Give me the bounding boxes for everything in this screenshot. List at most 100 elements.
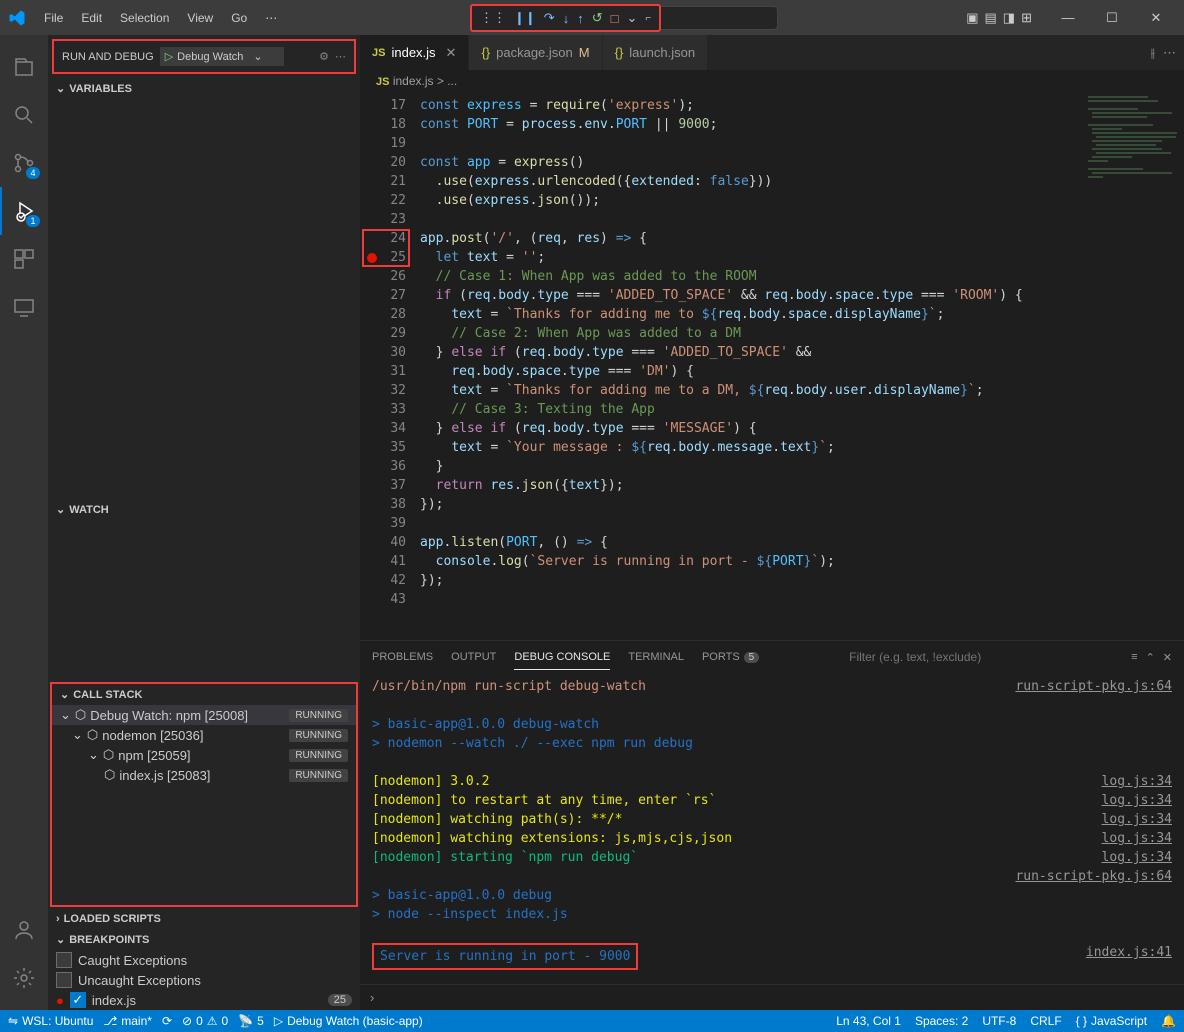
status-debug[interactable]: ▷Debug Watch (basic-app) [274, 1014, 423, 1028]
debug-restart-icon[interactable]: ↺ [592, 10, 603, 26]
activity-scm-icon[interactable]: 4 [0, 139, 48, 187]
panel-tab-output[interactable]: OUTPUT [451, 645, 496, 669]
section-breakpoints[interactable]: ⌄Breakpoints [48, 929, 360, 950]
code-content[interactable]: const express = require('express');const… [420, 92, 1023, 640]
status-language[interactable]: { } JavaScript [1076, 1014, 1147, 1028]
section-loaded-scripts[interactable]: ›Loaded Scripts [48, 909, 360, 929]
debug-step-out-icon[interactable]: ↑ [577, 11, 584, 26]
running-badge: Running [289, 769, 348, 782]
bp-file-entry[interactable]: ●✓index.js25 [48, 990, 360, 1010]
breakpoint-dot-icon[interactable] [367, 253, 377, 263]
section-watch[interactable]: ⌄Watch [48, 499, 360, 520]
callstack-row[interactable]: ⌄ ⬡ Debug Watch: npm [25008] Running [52, 705, 356, 725]
bp-caught-exceptions[interactable]: Caught Exceptions [48, 950, 360, 970]
ellipsis-icon[interactable]: ⋯ [335, 50, 346, 63]
bp-uncaught-exceptions[interactable]: Uncaught Exceptions [48, 970, 360, 990]
watch-label: Watch [69, 504, 109, 516]
status-ports[interactable]: 📡5 [238, 1014, 264, 1028]
status-remote[interactable]: ⇋WSL: Ubuntu [8, 1014, 93, 1028]
debug-console-output[interactable]: /usr/bin/npm run-script debug-watchrun-s… [360, 673, 1184, 984]
debug-config-dropdown[interactable]: ▷ Debug Watch ⌄ [160, 47, 284, 66]
window-close-icon[interactable]: ✕ [1136, 3, 1176, 33]
layout-panel-left-icon[interactable]: ▣ [966, 10, 978, 26]
status-problems[interactable]: ⊘0 ⚠0 [182, 1014, 228, 1028]
debug-step-into-icon[interactable]: ↓ [563, 11, 570, 26]
status-branch[interactable]: ⎇main* [103, 1014, 152, 1028]
activity-explorer-icon[interactable] [0, 43, 48, 91]
activity-remote-icon[interactable] [0, 283, 48, 331]
activity-extensions-icon[interactable] [0, 235, 48, 283]
compare-icon[interactable]: ⫲ [1151, 45, 1155, 61]
warning-count: 0 [222, 1014, 229, 1028]
callstack-label: npm [25059] [118, 748, 190, 763]
tab-label: package.json [496, 45, 573, 60]
panel-tab-terminal[interactable]: TERMINAL [628, 645, 684, 669]
callstack-row[interactable]: ⌄ ⬡ nodemon [25036] Running [52, 725, 356, 745]
menu-edit[interactable]: Edit [73, 7, 110, 29]
checkbox-checked[interactable]: ✓ [70, 992, 86, 1008]
panel-tabs: PROBLEMS OUTPUT DEBUG CONSOLE TERMINAL P… [360, 641, 1184, 673]
chevron-down-icon: ⌄ [253, 50, 262, 63]
status-cursor[interactable]: Ln 43, Col 1 [836, 1014, 901, 1028]
debug-process-icon: ⬡ [104, 767, 115, 783]
window-maximize-icon[interactable]: ☐ [1092, 3, 1132, 33]
status-sync[interactable]: ⟳ [162, 1014, 172, 1028]
layout-panel-right-icon[interactable]: ◨ [1003, 10, 1015, 26]
debug-toolbar: ⋮⋮ ❙❙ ↷ ↓ ↑ ↺ □ ⌄ ⌐ [470, 4, 661, 32]
debug-step-over-icon[interactable]: ↷ [544, 10, 555, 26]
close-icon[interactable]: ✕ [446, 45, 457, 61]
menu-go[interactable]: Go [223, 7, 255, 29]
panel-tab-problems[interactable]: PROBLEMS [372, 645, 433, 669]
debug-config-label: Debug Watch (basic-app) [287, 1014, 423, 1028]
activity-search-icon[interactable] [0, 91, 48, 139]
panel-tab-ports[interactable]: PORTS5 [702, 645, 759, 669]
callstack-row[interactable]: ⌄ ⬡ npm [25059] Running [52, 745, 356, 765]
activity-settings-icon[interactable] [0, 954, 48, 1002]
debug-stop-icon[interactable]: □ [611, 11, 619, 26]
panel-tab-debug-console[interactable]: DEBUG CONSOLE [514, 645, 610, 670]
editor-tabs: JSindex.js✕ {}package.jsonM {}launch.jso… [360, 35, 1184, 70]
debug-console-input[interactable]: › [360, 984, 1184, 1010]
section-variables[interactable]: ⌄Variables [48, 78, 360, 99]
debug-pause-icon[interactable]: ❙❙ [514, 10, 536, 26]
status-encoding[interactable]: UTF-8 [982, 1014, 1016, 1028]
minimap[interactable] [1084, 92, 1184, 262]
menu-more[interactable]: ⋯ [257, 7, 285, 29]
breadcrumb-sep: > [437, 74, 444, 88]
debug-config-label: Debug Watch [177, 51, 243, 63]
status-eol[interactable]: CRLF [1030, 1014, 1061, 1028]
debug-process-icon: ⬡ [75, 707, 86, 723]
activity-account-icon[interactable] [0, 906, 48, 954]
debug-console-filter[interactable] [845, 648, 1105, 666]
bp-line-badge: 25 [328, 994, 352, 1006]
status-indent[interactable]: Spaces: 2 [915, 1014, 968, 1028]
close-panel-icon[interactable]: ✕ [1163, 651, 1172, 664]
layout-panel-bottom-icon[interactable]: ▤ [985, 10, 997, 26]
callstack-row[interactable]: ⬡ index.js [25083] Running [52, 765, 356, 785]
tab-package-json[interactable]: {}package.jsonM [469, 35, 602, 70]
checkbox-unchecked[interactable] [56, 972, 72, 988]
layout-customize-icon[interactable]: ⊞ [1021, 10, 1032, 26]
debug-toolbar-more-icon[interactable]: ⌐ [645, 13, 651, 24]
code-editor[interactable]: 1718192021222324252627282930313233343536… [360, 92, 1184, 640]
drag-handle-icon[interactable]: ⋮⋮ [480, 10, 506, 26]
tab-launch-json[interactable]: {}launch.json [603, 35, 708, 70]
section-callstack[interactable]: ⌄Call Stack [52, 684, 356, 705]
breadcrumb[interactable]: JS index.js > ... [360, 70, 1184, 92]
ellipsis-icon[interactable]: ⋯ [1163, 45, 1176, 61]
maximize-panel-icon[interactable]: ⌃ [1146, 651, 1155, 664]
line-gutter[interactable]: 1718192021222324252627282930313233343536… [360, 92, 420, 640]
checkbox-unchecked[interactable] [56, 952, 72, 968]
chevron-down-icon: ⌄ [60, 688, 69, 701]
gear-icon[interactable]: ⚙ [319, 50, 329, 63]
menu-file[interactable]: File [36, 7, 71, 29]
debug-toolbar-chevron-icon[interactable]: ⌄ [626, 10, 637, 26]
chevron-down-icon: ⌄ [72, 727, 83, 743]
activity-debug-icon[interactable]: 1 [0, 187, 48, 235]
tab-index-js[interactable]: JSindex.js✕ [360, 35, 469, 70]
menu-view[interactable]: View [179, 7, 221, 29]
filter-icon[interactable]: ≡ [1131, 651, 1137, 664]
menu-selection[interactable]: Selection [112, 7, 177, 29]
window-minimize-icon[interactable]: — [1048, 3, 1088, 33]
status-notifications-icon[interactable]: 🔔 [1161, 1014, 1176, 1028]
